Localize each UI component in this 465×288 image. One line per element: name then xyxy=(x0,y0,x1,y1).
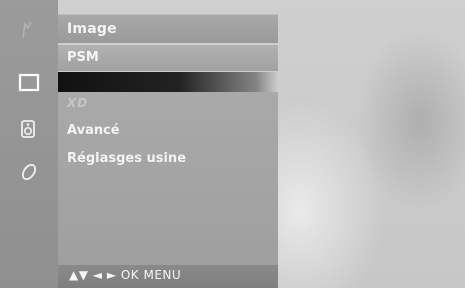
menu-category-strip xyxy=(0,0,58,288)
menu-header: Image xyxy=(58,14,278,43)
picture-menu: Image PSM XD Avancé Réglasges usine ▲▼ ◄… xyxy=(58,0,278,288)
navigation-hint-text: ▲▼ ◄ ► OK MENU xyxy=(69,268,182,282)
selection-highlight-bar xyxy=(58,72,278,92)
antenna-icon[interactable] xyxy=(18,18,40,40)
menu-item-psm[interactable]: PSM xyxy=(58,45,278,71)
navigation-hint-bar: ▲▼ ◄ ► OK MENU xyxy=(58,265,278,288)
picture-icon[interactable] xyxy=(18,72,40,94)
speaker-icon[interactable] xyxy=(18,118,40,140)
settings-icon[interactable] xyxy=(18,161,40,183)
menu-item-label: PSM xyxy=(67,50,99,65)
menu-item-avance[interactable]: Avancé xyxy=(67,123,120,138)
menu-item-factory-reset[interactable]: Réglasges usine xyxy=(67,151,186,166)
menu-title: Image xyxy=(67,21,117,37)
menu-item-xd[interactable]: XD xyxy=(67,96,88,110)
menu-items-panel: XD Avancé Réglasges usine xyxy=(58,92,278,267)
